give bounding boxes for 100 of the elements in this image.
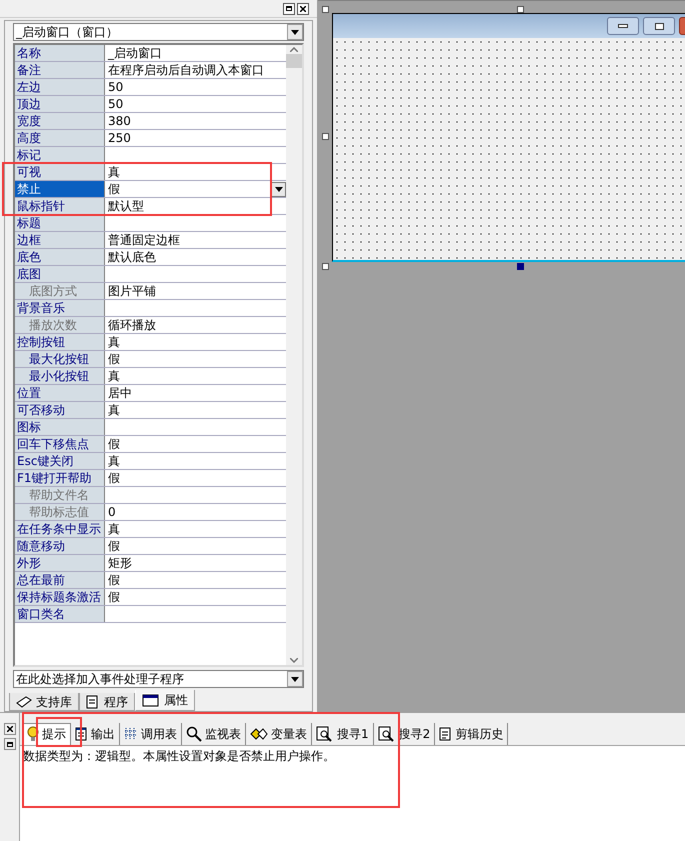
scroll-up-icon[interactable] bbox=[290, 47, 298, 52]
property-value[interactable]: 默认底色 bbox=[105, 249, 156, 265]
property-name[interactable]: 可视 bbox=[15, 164, 105, 180]
panel-tab[interactable]: 支持库 bbox=[9, 693, 79, 711]
scroll-down-icon[interactable] bbox=[290, 658, 298, 663]
output-tab[interactable]: 剪辑历史 bbox=[435, 722, 508, 744]
resize-handle[interactable] bbox=[322, 263, 329, 270]
property-name[interactable]: 帮助标志值 bbox=[15, 504, 105, 520]
property-value[interactable]: 真 bbox=[105, 334, 120, 350]
property-value[interactable]: 真 bbox=[105, 402, 120, 418]
property-name[interactable]: 在任务条中显示 bbox=[15, 521, 105, 537]
property-value[interactable]: 真 bbox=[105, 521, 120, 537]
property-name[interactable]: 左边 bbox=[15, 79, 105, 95]
property-value[interactable]: 假 bbox=[105, 589, 120, 605]
property-name[interactable]: 底色 bbox=[15, 249, 105, 265]
panel-tab[interactable]: 属性 bbox=[135, 690, 195, 711]
close-icon bbox=[300, 6, 306, 12]
property-name[interactable]: 边框 bbox=[15, 232, 105, 248]
property-name[interactable]: 禁止 bbox=[15, 181, 105, 197]
property-name[interactable]: 外形 bbox=[15, 555, 105, 571]
property-value[interactable]: 假 bbox=[105, 538, 120, 554]
property-value[interactable]: 居中 bbox=[105, 385, 132, 401]
property-value[interactable]: 默认型 bbox=[105, 198, 144, 214]
property-name[interactable]: 保持标题条激活 bbox=[15, 589, 105, 605]
object-dropdown[interactable]: _启动窗口（窗口） bbox=[13, 23, 304, 41]
property-value[interactable]: 循环播放 bbox=[105, 317, 156, 333]
property-value[interactable]: 矩形 bbox=[105, 555, 132, 571]
event-dropdown[interactable]: 在此处选择加入事件处理子程序 bbox=[13, 670, 304, 688]
property-name[interactable]: 随意移动 bbox=[15, 538, 105, 554]
property-name[interactable]: 背景音乐 bbox=[15, 300, 105, 316]
dropdown-button[interactable] bbox=[287, 24, 303, 40]
scroll-thumb[interactable] bbox=[286, 54, 302, 68]
property-value[interactable]: 假 bbox=[105, 470, 120, 486]
dropdown-button[interactable] bbox=[271, 182, 286, 196]
property-name[interactable]: 窗口类名 bbox=[15, 606, 105, 622]
clipboard-icon bbox=[439, 726, 452, 740]
restore-button[interactable] bbox=[283, 2, 295, 14]
restore-button[interactable] bbox=[4, 738, 16, 750]
property-name[interactable]: 最小化按钮 bbox=[15, 368, 105, 384]
dropdown-arrow-icon bbox=[291, 30, 299, 34]
property-value[interactable]: 假 bbox=[105, 181, 120, 197]
property-name[interactable]: 标记 bbox=[15, 147, 105, 163]
property-name[interactable]: 顶边 bbox=[15, 96, 105, 112]
output-tab[interactable]: 输出 bbox=[71, 722, 120, 744]
property-name[interactable]: 位置 bbox=[15, 385, 105, 401]
property-name[interactable]: 标题 bbox=[15, 215, 105, 231]
property-value[interactable]: 图片平铺 bbox=[105, 283, 156, 299]
minimize-button[interactable] bbox=[607, 17, 639, 35]
output-tab[interactable]: 调用表 bbox=[120, 722, 182, 744]
property-value[interactable]: 0 bbox=[105, 504, 116, 520]
property-value[interactable]: _启动窗口 bbox=[105, 45, 162, 61]
property-value[interactable]: 假 bbox=[105, 351, 120, 367]
property-value[interactable]: 380 bbox=[105, 113, 131, 129]
property-name[interactable]: Esc键关闭 bbox=[15, 453, 105, 469]
property-value[interactable]: 50 bbox=[105, 79, 124, 95]
output-tab[interactable]: 变量表 bbox=[246, 722, 312, 744]
property-name[interactable]: 图标 bbox=[15, 419, 105, 435]
property-name[interactable]: 播放次数 bbox=[15, 317, 105, 333]
diamonds-icon bbox=[250, 726, 268, 740]
form-window[interactable] bbox=[332, 13, 685, 262]
form-icon bbox=[142, 693, 160, 707]
resize-handle[interactable] bbox=[322, 133, 329, 140]
property-name[interactable]: 底图 bbox=[15, 266, 105, 282]
property-value[interactable]: 真 bbox=[105, 368, 120, 384]
property-value[interactable]: 普通固定边框 bbox=[105, 232, 180, 248]
property-name[interactable]: 可否移动 bbox=[15, 402, 105, 418]
property-value[interactable]: 真 bbox=[105, 164, 120, 180]
resize-handle[interactable] bbox=[517, 6, 524, 13]
output-tab[interactable]: 提示 bbox=[22, 722, 71, 744]
scrollbar[interactable] bbox=[286, 45, 302, 665]
output-tab[interactable]: 搜寻1 bbox=[312, 722, 374, 744]
property-name[interactable]: 底图方式 bbox=[15, 283, 105, 299]
property-value[interactable]: 真 bbox=[105, 453, 120, 469]
property-name[interactable]: 鼠标指针 bbox=[15, 198, 105, 214]
maximize-button[interactable] bbox=[643, 17, 675, 35]
resize-handle[interactable] bbox=[322, 6, 329, 13]
property-name[interactable]: 宽度 bbox=[15, 113, 105, 129]
property-value[interactable]: 在程序启动后自动调入本窗口 bbox=[105, 62, 264, 78]
property-value[interactable]: 50 bbox=[105, 96, 124, 112]
property-name[interactable]: 控制按钮 bbox=[15, 334, 105, 350]
property-name[interactable]: 总在最前 bbox=[15, 572, 105, 588]
property-value[interactable]: 250 bbox=[105, 130, 131, 146]
dotted-grid-icon bbox=[124, 726, 138, 740]
close-button[interactable] bbox=[297, 2, 309, 14]
property-name[interactable]: 备注 bbox=[15, 62, 105, 78]
property-value[interactable]: 假 bbox=[105, 572, 120, 588]
dropdown-button[interactable] bbox=[287, 671, 303, 687]
close-button[interactable] bbox=[4, 723, 16, 735]
output-tab[interactable]: 搜寻2 bbox=[374, 722, 436, 744]
property-name[interactable]: 帮助文件名 bbox=[15, 487, 105, 503]
property-value[interactable]: 假 bbox=[105, 436, 120, 452]
property-name[interactable]: 最大化按钮 bbox=[15, 351, 105, 367]
property-name[interactable]: 回车下移焦点 bbox=[15, 436, 105, 452]
dropdown-arrow-icon bbox=[291, 676, 299, 682]
resize-handle[interactable] bbox=[517, 263, 524, 270]
property-name[interactable]: F1键打开帮助 bbox=[15, 470, 105, 486]
output-tab[interactable]: 监视表 bbox=[182, 722, 246, 744]
panel-tab[interactable]: 程序 bbox=[79, 693, 135, 711]
property-name[interactable]: 高度 bbox=[15, 130, 105, 146]
property-name[interactable]: 名称 bbox=[15, 45, 105, 61]
